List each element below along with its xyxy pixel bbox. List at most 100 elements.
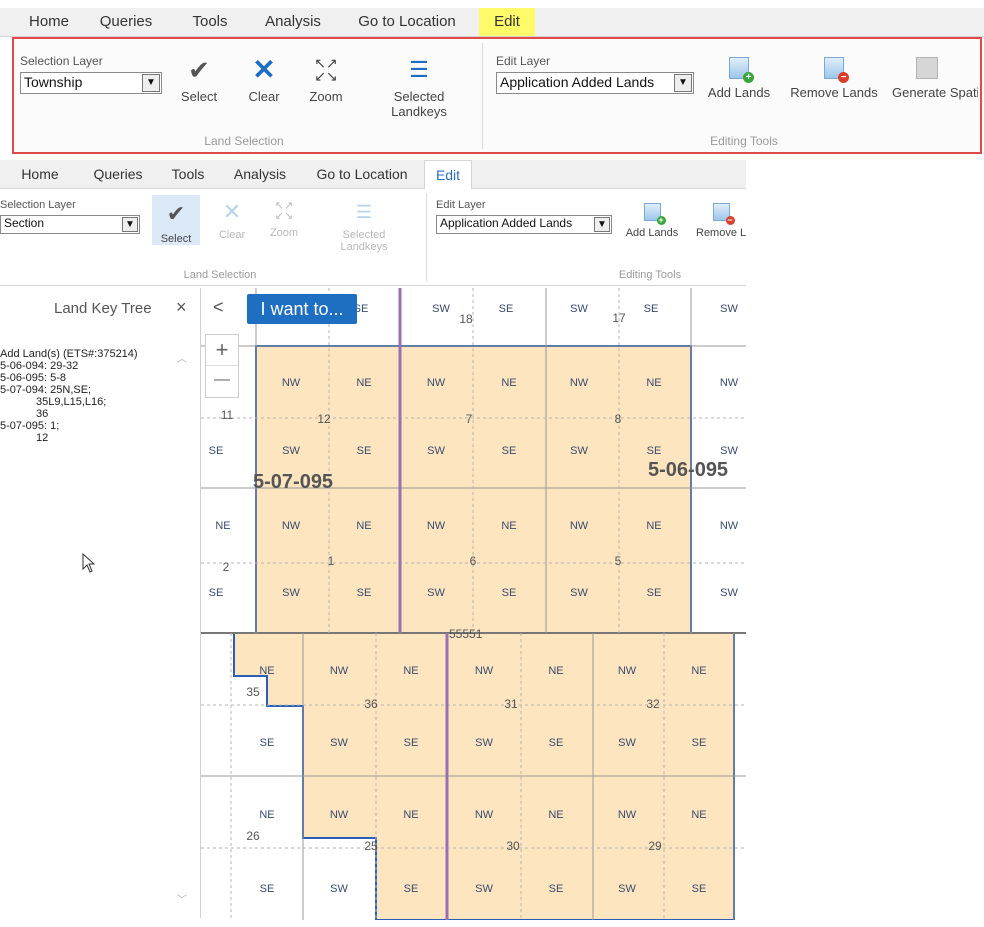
map-view[interactable]: SE SW SE SW SE SW NW NE NW NE NW NE NW SE SW SE SW SE SW SE… <box>201 288 746 920</box>
add-lands-icon: + <box>643 203 666 225</box>
scroll-up-icon[interactable]: ︿ <box>177 350 187 365</box>
tab-go-to-location[interactable]: Go to Location <box>345 8 469 36</box>
tab-home[interactable]: Home <box>14 8 84 36</box>
quarter-label: SE <box>647 445 662 457</box>
group-divider <box>426 193 427 281</box>
editing-tools-group-title: Editing Tools <box>618 269 682 281</box>
quarter-label: NE <box>548 665 563 677</box>
selection-layer-dropdown[interactable]: Township ▼ <box>20 72 162 94</box>
selection-layer-dropdown[interactable]: Section ▼ <box>0 215 140 234</box>
tree-scrollbar[interactable]: ︿ ﹀ <box>176 350 188 906</box>
tree-item[interactable]: 5-07-094: 25N,SE; <box>0 384 91 396</box>
quarter-label: NW <box>570 520 589 532</box>
add-lands-button[interactable]: + Add Lands <box>704 57 774 100</box>
select-button[interactable]: ✔ Select <box>152 195 200 245</box>
quarter-label: NE <box>259 665 274 677</box>
quarter-label: NE <box>403 809 418 821</box>
edit-layer-dropdown[interactable]: Application Added Lands ▼ <box>436 215 612 234</box>
remove-lands-button[interactable]: − Remove Lands <box>789 57 879 100</box>
expand-icon: ↖↗ ↙↘ <box>274 200 294 222</box>
edit-layer-value: Application Added Lands <box>440 216 573 230</box>
quarter-label: NE <box>646 520 661 532</box>
edit-layer-label: Edit Layer <box>496 54 551 68</box>
tab-go-to-location[interactable]: Go to Location <box>306 160 418 188</box>
quarter-label: NW <box>618 809 637 821</box>
zoom-in-button[interactable]: + <box>206 335 238 366</box>
collapse-panel-button[interactable]: < <box>213 297 224 318</box>
tab-queries[interactable]: Queries <box>82 160 154 188</box>
tree-item[interactable]: 5-06-095: 5-8 <box>0 372 66 384</box>
mouse-pointer-icon <box>82 553 96 573</box>
tab-edit[interactable]: Edit <box>424 160 472 189</box>
section-number: 25 <box>364 839 378 853</box>
quarter-label: NE <box>548 809 563 821</box>
quarter-label: NE <box>501 377 516 389</box>
select-button[interactable]: ✔ Select <box>177 57 221 104</box>
tab-analysis[interactable]: Analysis <box>224 160 296 188</box>
list-icon: ☰ <box>355 202 373 222</box>
tree-item[interactable]: 5-07-095: 1; <box>0 420 59 432</box>
plus-icon: + <box>743 72 754 83</box>
tab-home[interactable]: Home <box>10 160 70 188</box>
quarter-label: NW <box>475 809 494 821</box>
quarter-label: SW <box>432 303 450 315</box>
quarter-label: NW <box>618 665 637 677</box>
quarter-label: SE <box>692 737 707 749</box>
generate-spatial-button[interactable]: Generate Spatia <box>892 57 978 100</box>
remove-lands-button[interactable]: − Remove L <box>696 203 746 239</box>
quarter-label: SW <box>570 587 588 599</box>
tab-edit[interactable]: Edit <box>479 8 535 36</box>
section-number: 5 <box>615 554 622 568</box>
scroll-down-icon[interactable]: ﹀ <box>177 891 187 906</box>
tab-analysis[interactable]: Analysis <box>252 8 334 36</box>
section-number: 26 <box>246 829 260 843</box>
remove-lands-icon: − <box>824 57 849 83</box>
clear-button[interactable]: ✕ Clear <box>242 56 286 105</box>
land-selection-group-title: Land Selection <box>204 134 284 148</box>
clear-button[interactable]: ✕ Clear <box>212 201 252 242</box>
zoom-label: Zoom <box>269 227 299 239</box>
tree-item[interactable]: 36 <box>36 408 48 420</box>
tab-tools[interactable]: Tools <box>180 8 240 36</box>
quarter-label: NE <box>215 520 230 532</box>
section-number: 2 <box>223 560 230 574</box>
editing-tools-group-title: Editing Tools <box>710 134 778 148</box>
quarter-label: SE <box>644 303 659 315</box>
checkmark-icon: ✔ <box>188 55 210 85</box>
zoom-button[interactable]: ↖↗ ↙↘ Zoom <box>264 200 304 240</box>
minus-icon: − <box>838 72 849 83</box>
add-lands-icon: + <box>729 57 754 83</box>
section-number: 29 <box>648 839 662 853</box>
quarter-label: NW <box>282 377 301 389</box>
chevron-down-icon: ▼ <box>122 217 138 232</box>
zoom-button[interactable]: ↖↗ ↙↘ Zoom <box>304 56 348 104</box>
tree-item[interactable]: Add Land(s) (ETS#:375214) <box>0 348 138 360</box>
tree-item[interactable]: 5-06-094: 29-32 <box>0 360 78 372</box>
edit-layer-label: Edit Layer <box>436 199 486 211</box>
selected-landkeys-button[interactable]: ☰ Selected Landkeys <box>334 201 394 253</box>
section-number: 12 <box>317 412 331 426</box>
quarter-label: NE <box>646 377 661 389</box>
selected-landkeys-button[interactable]: ☰ Selected Landkeys <box>384 57 454 119</box>
quarter-label: NE <box>356 520 371 532</box>
section-number: 36 <box>364 697 378 711</box>
section-number: 1 <box>328 554 335 568</box>
chevron-down-icon: ▼ <box>142 74 160 92</box>
tab-queries[interactable]: Queries <box>86 8 166 36</box>
quarter-label: SE <box>499 303 514 315</box>
i-want-to-button[interactable]: I want to... <box>247 294 357 324</box>
tree-item[interactable]: 12 <box>36 432 48 444</box>
plus-icon: + <box>656 215 666 225</box>
edit-layer-dropdown[interactable]: Application Added Lands ▼ <box>496 72 694 94</box>
quarter-label: SE <box>502 445 517 457</box>
add-lands-button[interactable]: + Add Lands <box>622 203 682 239</box>
zoom-out-button[interactable]: — <box>206 366 238 396</box>
quarter-label: SW <box>618 737 636 749</box>
tree-item[interactable]: 35L9,L15,L16; <box>36 396 106 408</box>
quarter-label: NW <box>570 377 589 389</box>
section-number: 18 <box>459 312 473 326</box>
quarter-label: SW <box>720 303 738 315</box>
tab-tools[interactable]: Tools <box>164 160 212 188</box>
close-icon[interactable]: × <box>176 297 187 318</box>
township-label: 5-07-095 <box>253 471 333 493</box>
